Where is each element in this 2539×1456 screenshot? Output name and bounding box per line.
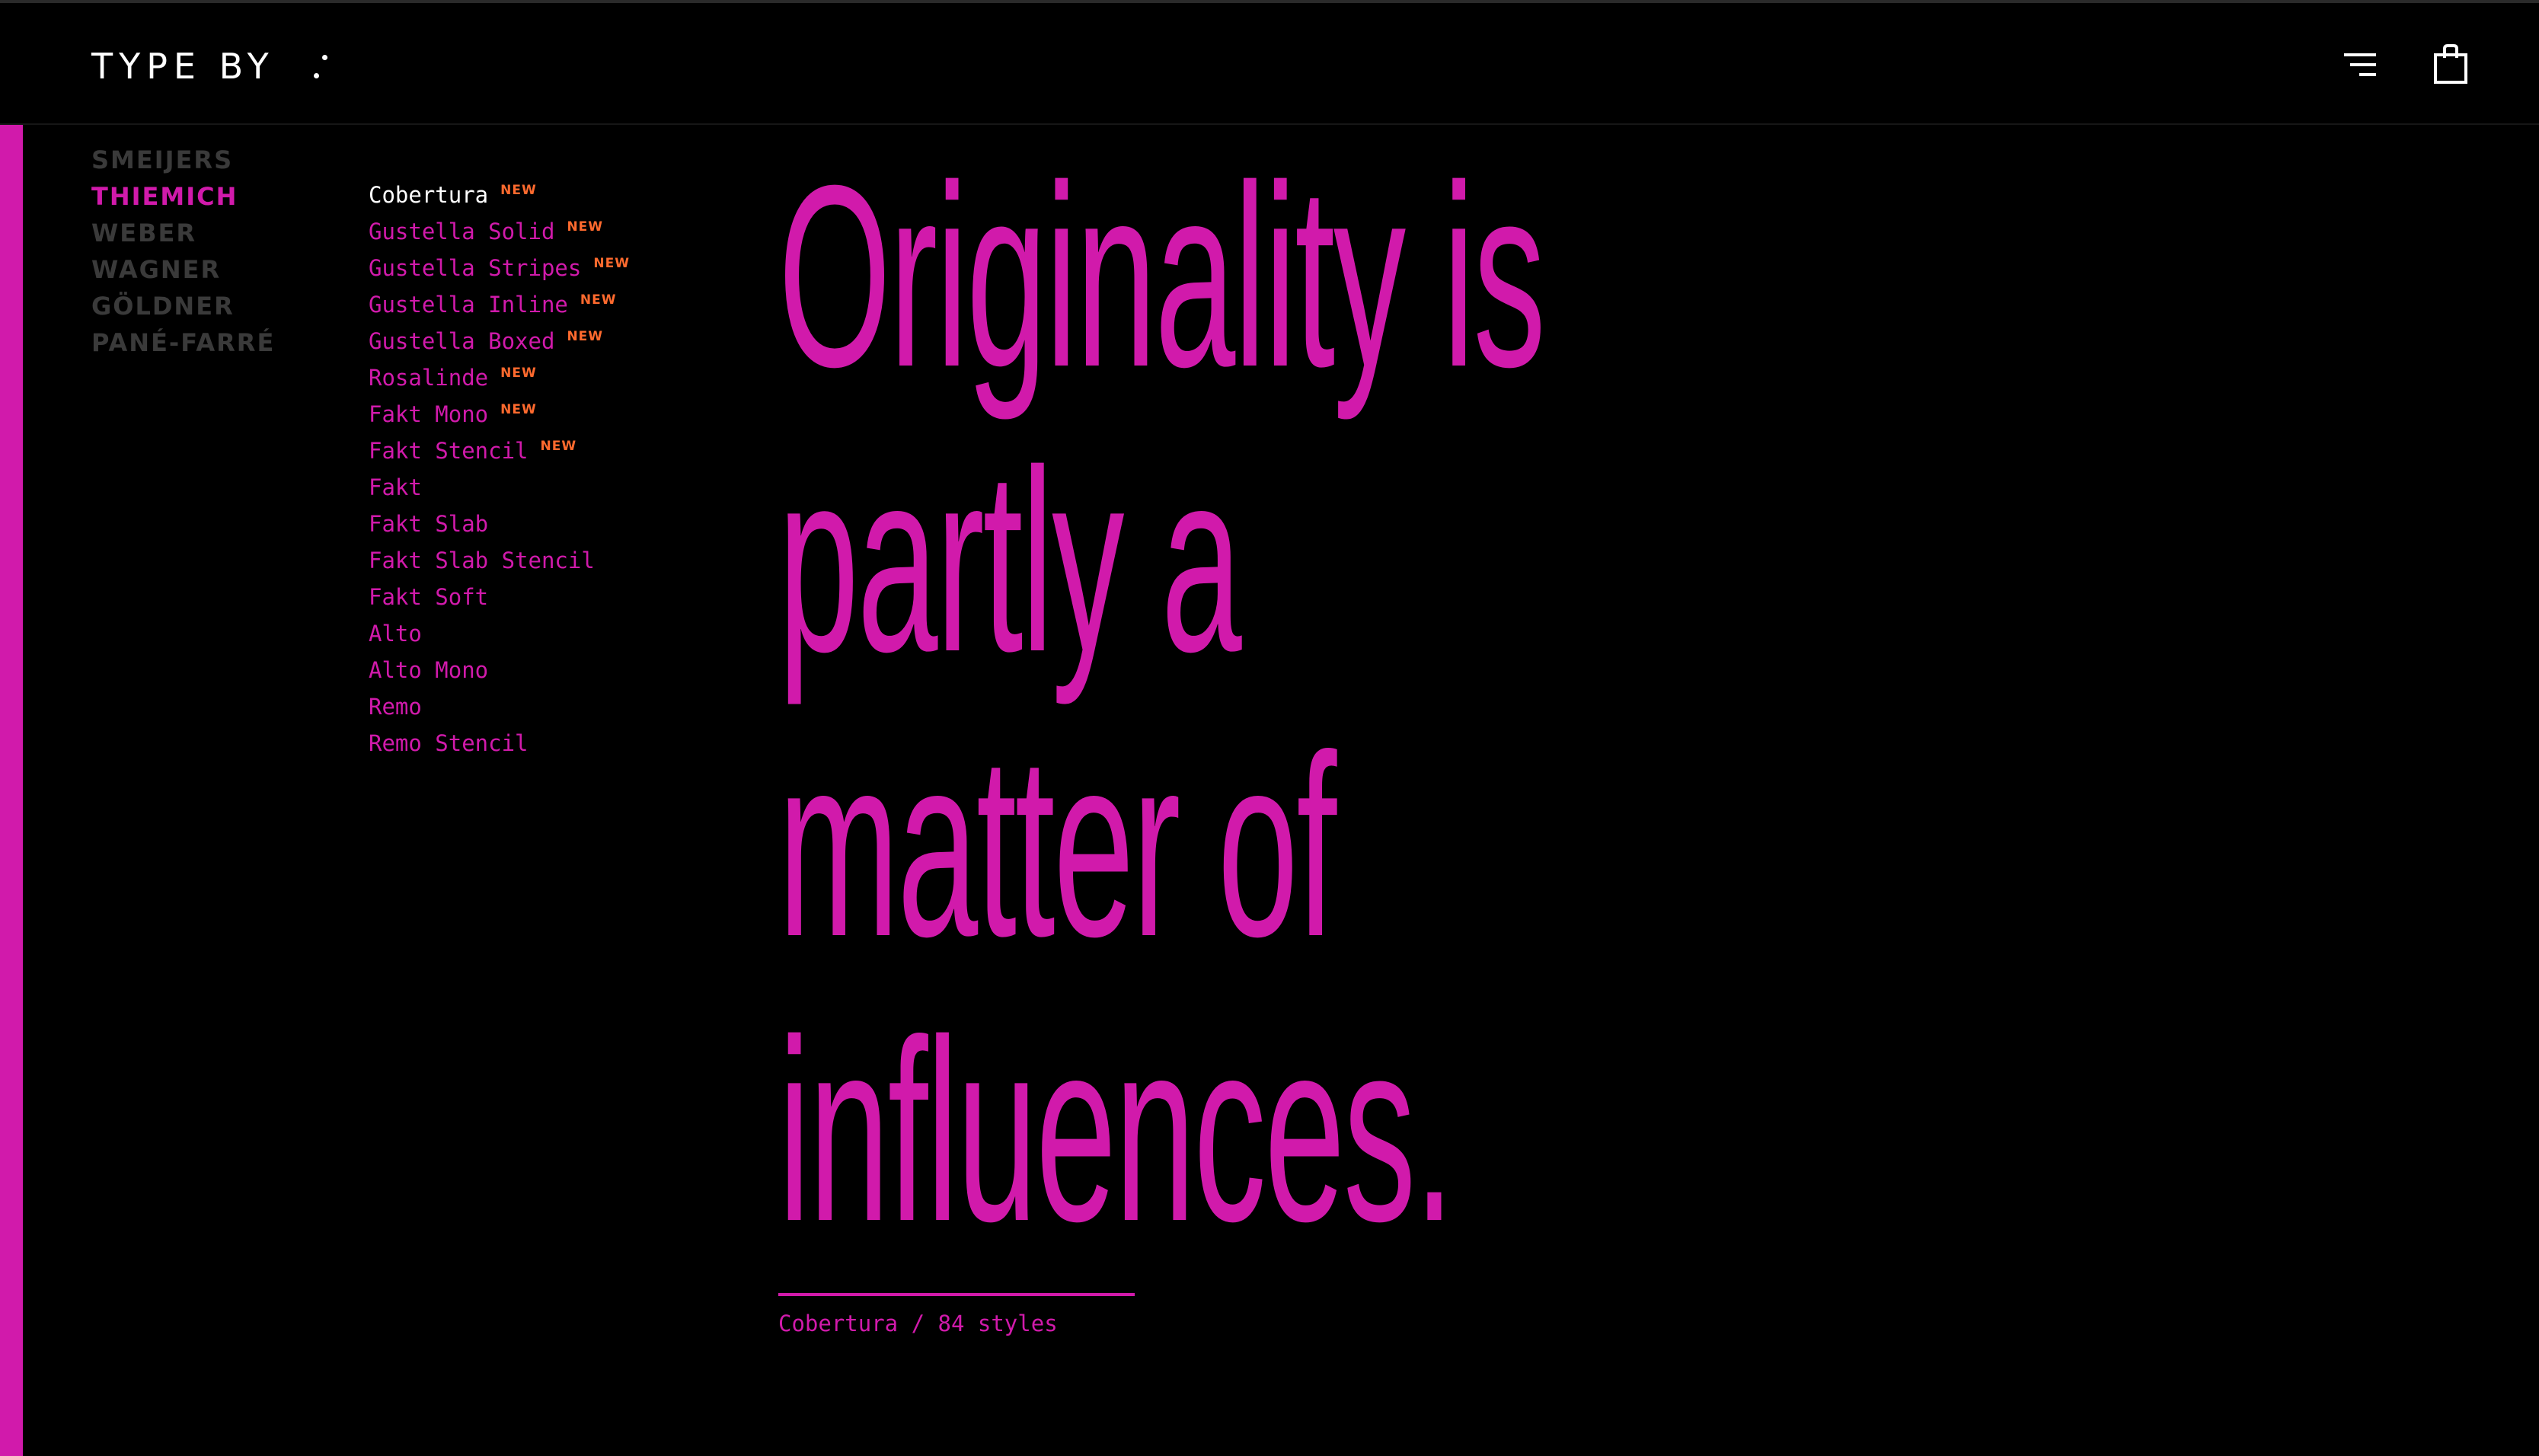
font-item-label: Fakt Slab Stencil: [369, 548, 595, 573]
font-item-gustella-inline[interactable]: Gustella Inline NEW: [369, 286, 765, 323]
new-badge: NEW: [500, 402, 537, 417]
shopping-bag-icon[interactable]: [2434, 44, 2467, 84]
font-item-label: Fakt Slab: [369, 511, 489, 537]
font-item-gustella-boxed[interactable]: Gustella Boxed NEW: [369, 323, 765, 359]
font-caption-link[interactable]: Cobertura / 84 styles: [778, 1308, 1058, 1339]
font-item-remo[interactable]: Remo: [369, 688, 765, 725]
site-logo[interactable]: TYPE BY: [91, 44, 275, 88]
font-item-remo-stencil[interactable]: Remo Stencil: [369, 725, 765, 762]
font-item-fakt-slab-stencil[interactable]: Fakt Slab Stencil: [369, 542, 765, 579]
caption-divider: [778, 1293, 1135, 1296]
hero-line: influences.: [778, 986, 1455, 1276]
font-item-label: Alto: [369, 621, 422, 647]
font-item-fakt-soft[interactable]: Fakt Soft: [369, 579, 765, 615]
font-item-fakt-slab[interactable]: Fakt Slab: [369, 506, 765, 542]
hero-specimen-text: Originality is partly a matter of influe…: [778, 132, 1546, 1276]
accent-side-bar: [0, 125, 23, 1456]
font-item-rosalinde[interactable]: Rosalinde NEW: [369, 359, 765, 396]
font-item-alto[interactable]: Alto: [369, 615, 765, 652]
font-item-label: Fakt Soft: [369, 584, 489, 610]
logo-dots-icon: [308, 53, 331, 84]
font-item-label: Gustella Inline: [369, 292, 568, 318]
font-item-label: Gustella Boxed: [369, 328, 555, 354]
font-item-label: Gustella Solid: [369, 219, 555, 244]
font-item-alto-mono[interactable]: Alto Mono: [369, 652, 765, 688]
font-item-gustella-solid[interactable]: Gustella Solid NEW: [369, 213, 765, 250]
font-item-label: Fakt: [369, 474, 422, 500]
designer-item-thiemich[interactable]: THIEMICH: [91, 178, 275, 215]
font-item-label: Remo: [369, 694, 422, 720]
font-item-fakt-mono[interactable]: Fakt Mono NEW: [369, 396, 765, 433]
font-item-label: Fakt Mono: [369, 401, 489, 427]
font-item-label: Remo Stencil: [369, 730, 529, 756]
new-badge: NEW: [500, 366, 537, 381]
font-item-gustella-stripes[interactable]: Gustella Stripes NEW: [369, 250, 765, 286]
font-item-label: Cobertura: [369, 182, 489, 208]
font-item-label: Rosalinde: [369, 365, 489, 391]
hero-line: partly a: [778, 417, 1242, 706]
font-item-fakt[interactable]: Fakt: [369, 469, 765, 506]
new-badge: NEW: [593, 256, 630, 271]
font-list: Cobertura NEW Gustella Solid NEW Gustella …: [369, 177, 765, 762]
designer-item-weber[interactable]: WEBER: [91, 215, 275, 251]
designer-item-pane-farre[interactable]: PANÉ-FARRÉ: [91, 324, 275, 361]
new-badge: NEW: [540, 439, 577, 454]
font-item-label: Gustella Stripes: [369, 255, 582, 281]
hero-line: Originality is: [778, 132, 1546, 421]
designer-item-smeijers[interactable]: SMEIJERS: [91, 142, 275, 178]
font-item-label: Fakt Stencil: [369, 438, 529, 464]
font-item-label: Alto Mono: [369, 657, 489, 683]
new-badge: NEW: [500, 183, 537, 198]
new-badge: NEW: [580, 292, 617, 308]
new-badge: NEW: [567, 219, 604, 235]
hero-line: matter of: [778, 701, 1337, 991]
menu-icon[interactable]: [2344, 52, 2376, 78]
font-item-fakt-stencil[interactable]: Fakt Stencil NEW: [369, 433, 765, 469]
font-item-cobertura[interactable]: Cobertura NEW: [369, 177, 765, 213]
site-header: TYPE BY: [0, 3, 2539, 125]
designer-item-goldner[interactable]: GÖLDNER: [91, 288, 275, 324]
designer-item-wagner[interactable]: WAGNER: [91, 251, 275, 288]
designer-list: SMEIJERS THIEMICH WEBER WAGNER GÖLDNER P…: [91, 142, 275, 361]
new-badge: NEW: [567, 329, 604, 344]
